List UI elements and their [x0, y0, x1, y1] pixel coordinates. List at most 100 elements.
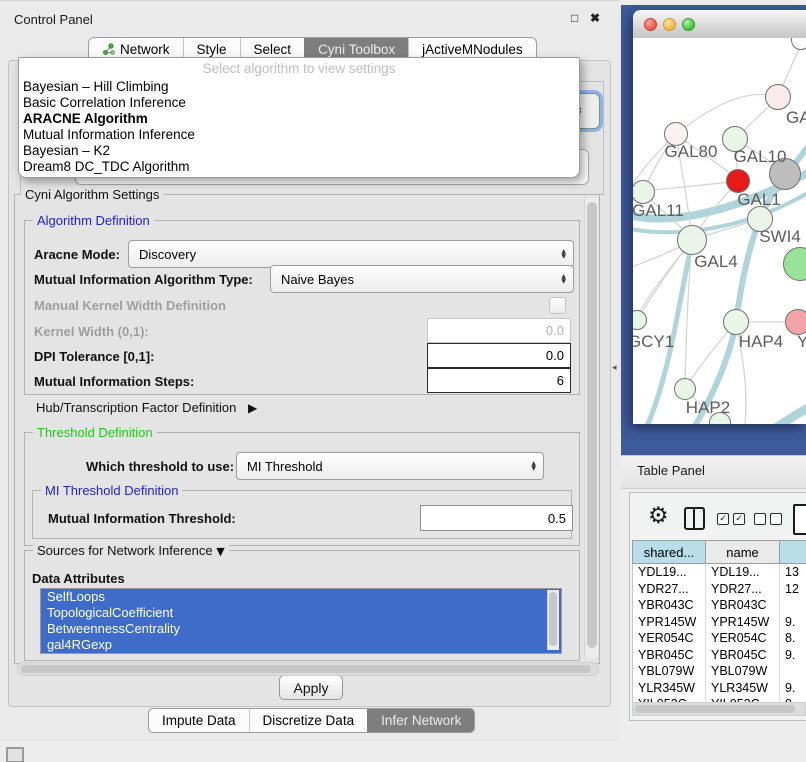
combo-stepper-icon: ▲▼ [561, 274, 573, 285]
apply-button[interactable]: Apply [279, 675, 343, 700]
hub-definition-expander[interactable]: Hub/Transcription Factor Definition ▶ [36, 400, 257, 415]
network-window-titlebar[interactable] [633, 10, 806, 39]
kernel-width-label: Kernel Width (0,1): [34, 324, 149, 339]
dropdown-placeholder: Select algorithm to view settings [19, 58, 579, 79]
tab-discretize-data-label: Discretize Data [263, 713, 355, 728]
cell-name: YBR043C [706, 597, 780, 614]
dropdown-item[interactable]: Bayesian – Hill Climbing [19, 79, 579, 95]
close-window-icon[interactable]: ✖ [590, 11, 600, 25]
zoom-traffic-light-icon[interactable] [682, 18, 695, 31]
manual-kernel-checkbox[interactable] [549, 297, 566, 314]
threshold-definition-title: Threshold Definition [33, 425, 157, 440]
minimize-traffic-light-icon[interactable] [663, 18, 676, 31]
table-horizontal-scrollbar[interactable] [632, 702, 806, 716]
attributes-list-scrollbar[interactable] [547, 590, 559, 650]
dropdown-item[interactable]: Basic Correlation Inference [19, 95, 579, 111]
settings-vertical-scrollbar-thumb[interactable] [587, 202, 597, 648]
table-row[interactable]: YLR345W YLR345W 9. [633, 680, 806, 697]
dropdown-item-selected[interactable]: ARACNE Algorithm [19, 111, 579, 127]
column-header-shared-name[interactable]: shared... [632, 540, 706, 564]
list-item[interactable]: BetweennessCentrality [41, 621, 561, 637]
list-item[interactable]: TopologicalCoefficient [41, 605, 561, 621]
which-threshold-value: MI Threshold [247, 459, 323, 474]
sources-title: Sources for Network Inference ▼ [33, 543, 229, 558]
attributes-list-scrollbar-thumb[interactable] [549, 592, 557, 646]
tab-select-label: Select [254, 42, 292, 57]
table-row[interactable]: YPR145W YPR145W 9. [633, 614, 806, 631]
table-row[interactable]: YDL19... YDL19... 13 [633, 564, 806, 581]
collapse-arrow-icon[interactable]: ▼ [216, 545, 224, 558]
table-row[interactable]: YBL079W YBL079W [633, 663, 806, 680]
table-horizontal-scrollbar-thumb[interactable] [635, 705, 795, 713]
column-header-name[interactable]: name [705, 540, 780, 564]
network-canvas[interactable]: GAL80 GAL10 GAL1 GAL11 SWI4 GAL4 GCY1 HA… [633, 38, 806, 424]
column-header-partial[interactable] [779, 540, 806, 564]
data-attributes-label: Data Attributes [32, 571, 125, 586]
settings-horizontal-scrollbar-thumb[interactable] [21, 665, 591, 673]
cell-value [780, 597, 806, 614]
cell-name: YLR345W [706, 680, 780, 697]
aracne-mode-label: Aracne Mode: [34, 247, 120, 262]
node-label: GAL80 [665, 142, 718, 162]
restore-window-icon[interactable]: □ [571, 11, 578, 25]
node-label: GCY1 [633, 332, 674, 352]
aracne-mode-select[interactable]: Discovery ▲▼ [128, 240, 574, 268]
table-row[interactable]: YBR045C YBR045C 9. [633, 647, 806, 664]
network-node-hap2[interactable] [674, 378, 696, 400]
hub-definition-label: Hub/Transcription Factor Definition [36, 400, 236, 415]
combo-stepper-icon: ▲▼ [531, 461, 543, 472]
select-all-columns-icon[interactable]: ✓ ✓ [717, 513, 745, 525]
node-label: HAP2 [686, 398, 730, 418]
dropdown-item[interactable]: Dream8 DC_TDC Algorithm [19, 159, 579, 175]
new-table-icon[interactable] [793, 504, 806, 535]
cell-value: 9. [780, 647, 806, 664]
node-label: GAL1 [737, 190, 780, 210]
settings-vertical-scrollbar[interactable] [584, 198, 598, 658]
kernel-width-value: 0.0 [546, 323, 564, 338]
cell-value [780, 663, 806, 680]
columns-icon[interactable] [684, 507, 705, 530]
network-node-gal4[interactable] [677, 225, 707, 255]
cyni-bottom-tabbar: Impute Data Discretize Data Infer Networ… [148, 708, 475, 733]
deselect-all-columns-icon[interactable] [754, 513, 782, 525]
table-row[interactable]: YBR043C YBR043C [633, 597, 806, 614]
dock-panel-icon[interactable] [6, 747, 24, 762]
checked-box-icon: ✓ [717, 513, 729, 525]
kernel-width-field[interactable]: 0.0 [427, 318, 571, 343]
cell-name: YER054C [706, 630, 780, 647]
mi-threshold-value: 0.5 [548, 511, 566, 526]
tab-infer-network-label: Infer Network [381, 713, 461, 728]
cell-shared-name: YDR27... [633, 581, 706, 598]
mi-threshold-label: Mutual Information Threshold: [48, 511, 236, 526]
close-traffic-light-icon[interactable] [644, 18, 657, 31]
network-node[interactable] [765, 84, 791, 110]
control-panel-title: Control Panel [14, 12, 93, 27]
tab-jactivemnodules-label: jActiveMNodules [422, 42, 523, 57]
gear-icon[interactable]: ⚙ [648, 504, 669, 528]
tab-impute-data-label: Impute Data [162, 713, 236, 728]
dropdown-item[interactable]: Mutual Information Inference [19, 127, 579, 143]
table-row[interactable]: YER054C YER054C 8. [633, 630, 806, 647]
mi-threshold-field[interactable]: 0.5 [420, 505, 573, 531]
expander-arrow-icon: ▶ [248, 401, 257, 415]
cell-name: YBL079W [706, 663, 780, 680]
which-threshold-select[interactable]: MI Threshold ▲▼ [236, 452, 544, 480]
mi-steps-field[interactable]: 6 [427, 368, 571, 393]
cell-shared-name: YBR045C [633, 647, 706, 664]
screen: Control Panel □ ✖ Network Style Select [0, 0, 806, 762]
dpi-tolerance-field[interactable]: 0.0 [427, 343, 571, 368]
tab-discretize-data[interactable]: Discretize Data [249, 709, 368, 732]
settings-horizontal-scrollbar[interactable] [17, 662, 599, 676]
table-row[interactable]: YDR27... YDR27... 12 [633, 581, 806, 598]
tab-impute-data[interactable]: Impute Data [149, 709, 249, 732]
sources-title-text: Sources for Network Inference [37, 543, 213, 558]
manual-kernel-label: Manual Kernel Width Definition [34, 298, 226, 313]
list-item[interactable]: SelfLoops [41, 589, 561, 605]
list-item[interactable]: gal4RGexp [41, 637, 561, 653]
mi-algorithm-type-select[interactable]: Naive Bayes ▲▼ [270, 265, 574, 293]
splitpane-handle-icon[interactable]: ◂ [612, 362, 617, 373]
tab-infer-network[interactable]: Infer Network [367, 709, 474, 732]
unchecked-box-icon [770, 513, 782, 525]
tab-cyni-toolbox-label: Cyni Toolbox [318, 42, 395, 57]
dropdown-item[interactable]: Bayesian – K2 [19, 143, 579, 159]
